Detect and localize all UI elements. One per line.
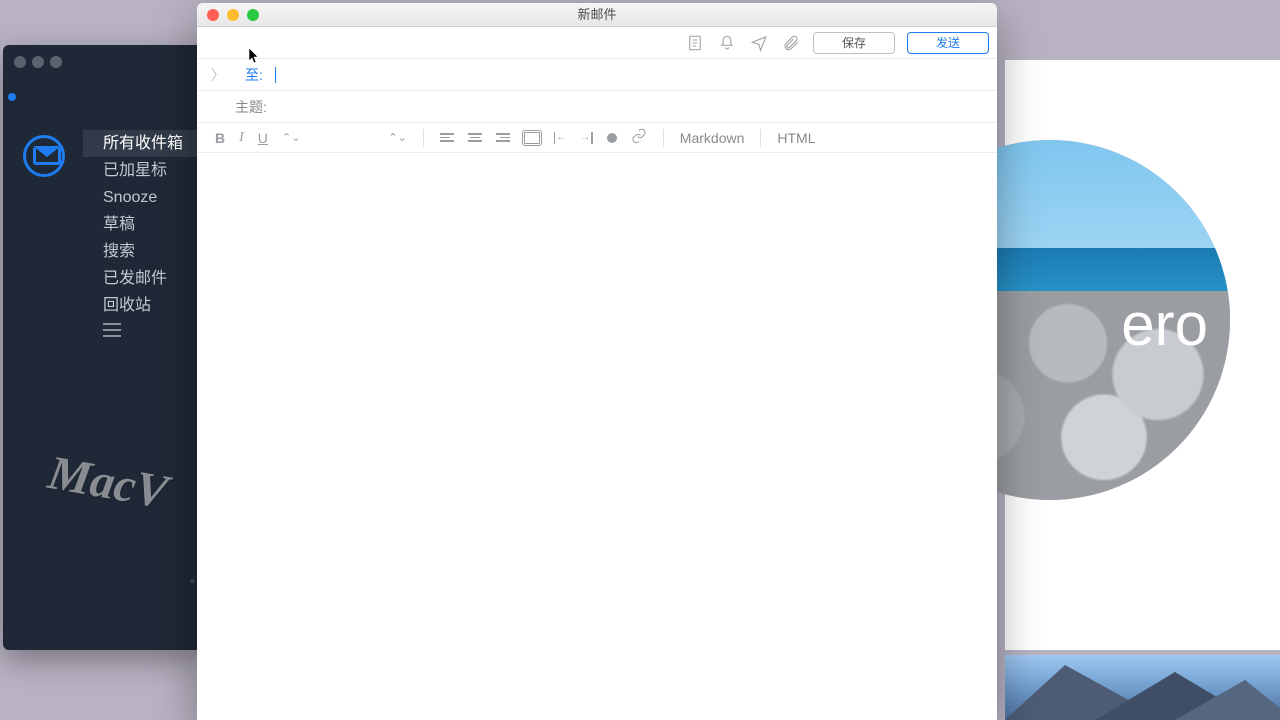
- mouse-cursor-icon: [248, 47, 260, 65]
- sidebar-item-trash[interactable]: 回收站: [83, 292, 203, 319]
- sidebar-item-drafts[interactable]: 草稿: [83, 211, 203, 238]
- send-later-icon[interactable]: [749, 33, 769, 53]
- separator: [663, 129, 664, 147]
- unread-indicator: [8, 93, 16, 101]
- compose-title: 新邮件: [577, 7, 616, 22]
- separator: [760, 129, 761, 147]
- traffic-light-close[interactable]: [207, 9, 219, 21]
- mail-sidebar-window: 所有收件箱 已加星标 Snooze 草稿 搜索 已发邮件 回收站: [3, 45, 203, 650]
- app-logo-icon: [23, 135, 65, 177]
- save-button[interactable]: 保存: [813, 32, 895, 54]
- font-size-dropdown-icon[interactable]: ⌃⌄: [388, 131, 406, 144]
- markdown-mode-button[interactable]: Markdown: [680, 130, 745, 146]
- bold-button[interactable]: B: [215, 130, 225, 146]
- sidebar-item-snooze[interactable]: Snooze: [83, 184, 203, 211]
- indent-icon[interactable]: →: [580, 132, 593, 144]
- underline-button[interactable]: U: [258, 130, 268, 146]
- hero-text-fragment: ero: [1121, 290, 1208, 359]
- compose-toolbar: 保存 发送: [197, 27, 997, 59]
- subject-row[interactable]: 主题:: [197, 91, 997, 123]
- italic-button[interactable]: I: [239, 130, 244, 146]
- separator: [423, 129, 424, 147]
- outdent-icon[interactable]: ←: [554, 132, 567, 144]
- sidebar-item-search[interactable]: 搜索: [83, 238, 203, 265]
- traffic-light-zoom[interactable]: [50, 56, 62, 68]
- compose-window: 新邮件 保存 发送 〉 至: 主题: B I U ⌃⌄ ⌃⌄: [197, 3, 997, 720]
- link-icon[interactable]: [631, 128, 647, 147]
- compose-body[interactable]: [197, 153, 997, 720]
- format-toolbar: B I U ⌃⌄ ⌃⌄ ← → Markdown HTML: [197, 123, 997, 153]
- traffic-light-zoom[interactable]: [247, 9, 259, 21]
- traffic-light-minimize[interactable]: [32, 56, 44, 68]
- to-label: 至:: [245, 65, 263, 85]
- font-style-dropdown-icon[interactable]: ⌃⌄: [282, 131, 300, 144]
- align-left-icon[interactable]: [440, 133, 454, 142]
- blockquote-icon[interactable]: [524, 132, 540, 144]
- subject-label: 主题:: [235, 97, 267, 117]
- sidebar-item-all-inboxes[interactable]: 所有收件箱: [83, 130, 203, 157]
- sidebar-item-sent[interactable]: 已发邮件: [83, 265, 203, 292]
- html-mode-button[interactable]: HTML: [777, 130, 815, 146]
- compose-titlebar[interactable]: 新邮件: [197, 3, 997, 27]
- traffic-light-close[interactable]: [14, 56, 26, 68]
- expand-recipients-icon[interactable]: 〉: [211, 65, 223, 85]
- traffic-light-minimize[interactable]: [227, 9, 239, 21]
- hamburger-icon[interactable]: [103, 323, 121, 341]
- to-row[interactable]: 〉 至:: [197, 59, 997, 91]
- template-icon[interactable]: [685, 33, 705, 53]
- reminder-bell-icon[interactable]: [717, 33, 737, 53]
- align-right-icon[interactable]: [496, 133, 510, 142]
- mountain-wallpaper: [1005, 655, 1280, 720]
- bullet-list-icon[interactable]: [607, 133, 617, 143]
- align-center-icon[interactable]: [468, 133, 482, 142]
- sidebar-item-starred[interactable]: 已加星标: [83, 157, 203, 184]
- text-caret: [275, 67, 276, 83]
- attachment-icon[interactable]: [781, 33, 801, 53]
- sidebar-nav: 所有收件箱 已加星标 Snooze 草稿 搜索 已发邮件 回收站: [83, 130, 203, 319]
- send-button[interactable]: 发送: [907, 32, 989, 54]
